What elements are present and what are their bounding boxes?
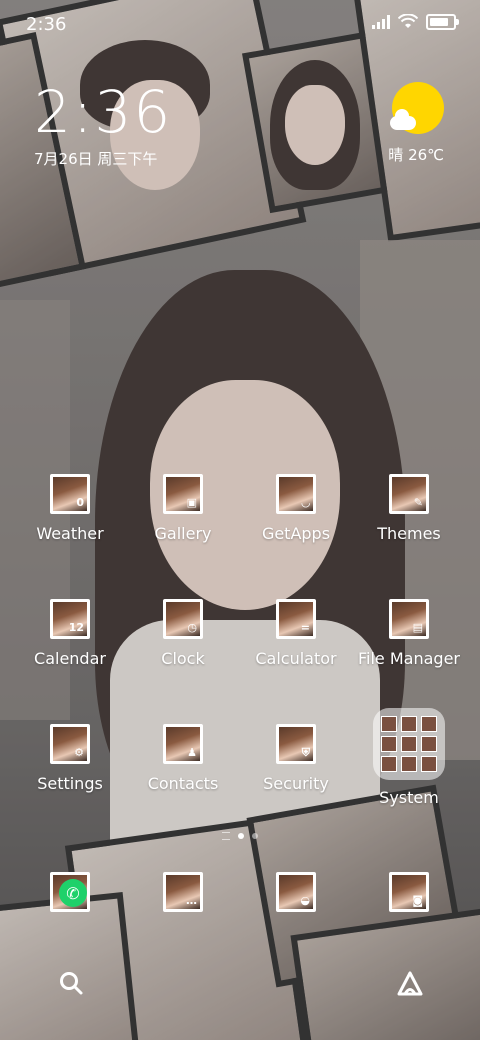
folder-system[interactable]: System: [353, 708, 465, 807]
app-label: Security: [263, 774, 329, 793]
app-label: Weather: [36, 524, 104, 543]
app-label: System: [379, 788, 439, 807]
app-gallery[interactable]: ▣ Gallery: [127, 466, 239, 543]
browser-icon: ◒: [276, 872, 316, 912]
dock-messages[interactable]: …: [127, 872, 239, 912]
phone-icon: ✆: [50, 872, 90, 912]
security-app-icon: ⛨: [276, 724, 316, 764]
file-manager-app-icon: ▤: [389, 599, 429, 639]
message-icon: …: [163, 872, 203, 912]
gallery-app-icon: ▣: [163, 474, 203, 514]
clock-widget[interactable]: 2:36 7月26日 周三下午: [34, 82, 172, 169]
app-label: Themes: [377, 524, 441, 543]
contacts-app-icon: ♟: [163, 724, 203, 764]
app-calendar[interactable]: 12 Calendar: [14, 591, 126, 668]
app-label: Gallery: [154, 524, 212, 543]
weather-text: 晴 26℃: [388, 146, 444, 164]
app-security[interactable]: ⛨ Security: [240, 716, 352, 793]
calendar-app-icon: 12: [50, 599, 90, 639]
weather-widget[interactable]: 晴 26℃: [388, 82, 444, 165]
bottom-bar: [0, 960, 480, 1008]
settings-app-icon: ⚙: [50, 724, 90, 764]
app-label: Calculator: [255, 649, 337, 668]
partly-sunny-icon: [390, 82, 444, 134]
app-contacts[interactable]: ♟ Contacts: [127, 716, 239, 793]
page-indicator[interactable]: [0, 832, 480, 840]
folder-icon: [373, 708, 445, 780]
dock-camera[interactable]: ◙: [353, 872, 465, 912]
weather-app-icon: 0: [50, 474, 90, 514]
dock-phone[interactable]: ✆: [14, 872, 126, 912]
clock-app-icon: ◷: [163, 599, 203, 639]
clock-date: 7月26日 周三下午: [34, 150, 158, 168]
app-themes[interactable]: ✎ Themes: [353, 466, 465, 543]
camera-icon: ◙: [389, 872, 429, 912]
app-label: Clock: [161, 649, 205, 668]
assistant-icon[interactable]: [396, 970, 424, 998]
battery-icon: [426, 14, 459, 30]
list-icon: [222, 832, 230, 840]
app-label: File Manager: [358, 649, 460, 668]
app-settings[interactable]: ⚙ Settings: [14, 716, 126, 793]
search-icon[interactable]: [58, 970, 84, 996]
status-bar: 2:36: [0, 0, 480, 50]
app-clock[interactable]: ◷ Clock: [127, 591, 239, 668]
page-dot-current: [238, 833, 244, 839]
app-getapps[interactable]: ◡ GetApps: [240, 466, 352, 543]
wifi-icon: [398, 14, 418, 28]
getapps-app-icon: ◡: [276, 474, 316, 514]
clock-time: 2:36: [34, 78, 173, 146]
app-file-manager[interactable]: ▤ File Manager: [353, 591, 465, 668]
app-weather[interactable]: 0 Weather: [14, 466, 126, 543]
app-calculator[interactable]: = Calculator: [240, 591, 352, 668]
signal-icon: [372, 15, 390, 29]
status-icons: [372, 14, 459, 30]
dock-browser[interactable]: ◒: [240, 872, 352, 912]
calculator-app-icon: =: [276, 599, 316, 639]
app-label: Settings: [37, 774, 103, 793]
status-time: 2:36: [26, 14, 67, 35]
themes-app-icon: ✎: [389, 474, 429, 514]
app-label: Contacts: [147, 774, 219, 793]
app-label: Calendar: [34, 649, 106, 668]
page-dot: [252, 833, 258, 839]
app-label: GetApps: [261, 524, 331, 543]
